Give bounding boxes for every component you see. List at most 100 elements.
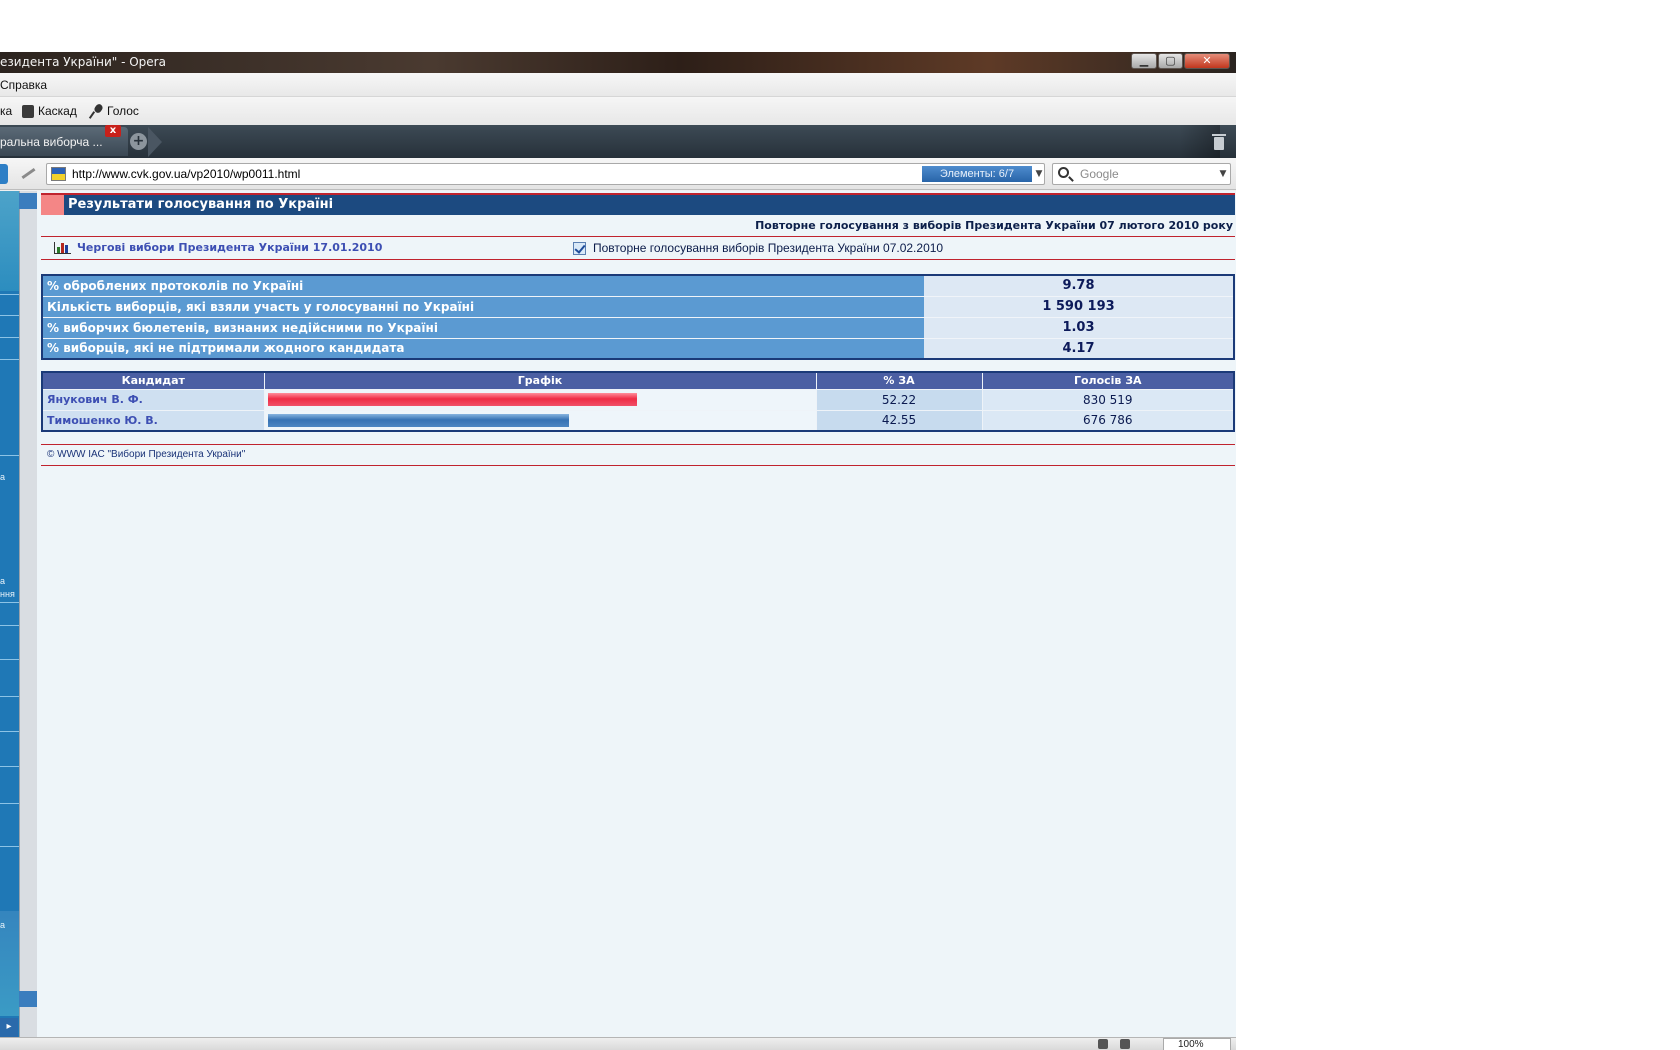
cascade-icon [22, 104, 34, 118]
microphone-icon [89, 104, 103, 118]
voice-button[interactable]: Голос [89, 104, 139, 118]
side-panel-divider [0, 315, 19, 316]
browser-window: езидента України" - Opera ▁ ▢ ✕ Справка … [0, 52, 1236, 1050]
search-field[interactable]: Google ▼ [1052, 163, 1231, 185]
search-placeholder[interactable]: Google [1080, 167, 1119, 181]
vote-bar-cell [263, 388, 817, 411]
side-panel-divider [0, 731, 19, 732]
toolbar-item-partial[interactable]: ка [0, 104, 12, 118]
address-field[interactable]: http://www.cvk.gov.ua/vp2010/wp0011.html… [46, 163, 1045, 185]
side-panel-divider [0, 455, 19, 456]
vote-bar [267, 413, 569, 427]
site-favicon-icon [51, 167, 66, 181]
cascade-label: Каскад [38, 104, 77, 118]
zoom-selector[interactable]: 100% [1163, 1038, 1231, 1050]
tab-close-icon[interactable]: x [105, 125, 121, 137]
status-icons [1098, 1039, 1130, 1049]
side-panel-scroll-thumb[interactable] [19, 193, 37, 209]
column-header-graph: Графік [263, 371, 817, 390]
candidate-percent: 52.22 [815, 388, 983, 411]
window-title: езидента України" - Opera [0, 55, 166, 69]
side-panel-arrow-icon[interactable]: ▸ [0, 1018, 18, 1037]
vote-bar-cell [263, 409, 817, 432]
stat-value: 4.17 [924, 338, 1234, 360]
second-round-link-label[interactable]: Повторне голосування виборів Президента … [593, 241, 943, 255]
search-engine-dropdown-icon[interactable]: ▼ [1217, 166, 1229, 182]
side-panel-divider [0, 766, 19, 767]
results-header: Результати голосування по Україні [41, 193, 1235, 215]
candidate-percent: 42.55 [815, 409, 983, 432]
side-panel-scroll-thumb-bottom[interactable] [19, 991, 37, 1007]
new-tab-icon[interactable]: + [130, 133, 147, 150]
side-panel-divider [0, 625, 19, 626]
elements-badge[interactable]: Элементы: 6/7 [922, 166, 1032, 182]
web-page: Результати голосування по Україні Повтор… [37, 191, 1236, 1037]
side-panel-divider [0, 659, 19, 660]
page-subtitle: Повторне голосування з виборів Президент… [41, 215, 1235, 237]
stat-value: 9.78 [924, 275, 1234, 297]
side-panel-text[interactable]: ння [0, 589, 15, 599]
table-row: Кількість виборців, які взяли участь у г… [42, 296, 1234, 318]
edit-icon[interactable] [18, 166, 36, 180]
cascade-button[interactable]: Каскад [22, 104, 77, 118]
candidate-name[interactable]: Янукович В. Ф. [41, 388, 265, 411]
header-swatch [41, 195, 64, 215]
stat-label: % виборчих бюлетенів, визнаних недійсним… [42, 317, 924, 339]
stat-value: 1 590 193 [924, 296, 1234, 318]
address-bar-row: http://www.cvk.gov.ua/vp2010/wp0011.html… [0, 158, 1236, 190]
checkbox-icon [573, 241, 586, 255]
table-row: Янукович В. Ф. 52.22 830 519 [41, 388, 1235, 411]
voice-label: Голос [107, 104, 139, 118]
address-dropdown-icon[interactable]: ▼ [1033, 166, 1045, 182]
url-text[interactable]: http://www.cvk.gov.ua/vp2010/wp0011.html [72, 167, 300, 181]
screen: езидента України" - Opera ▁ ▢ ✕ Справка … [0, 0, 1680, 1050]
side-panel-text[interactable]: а [0, 920, 5, 930]
stat-label: % оброблених протоколів по Україні [42, 275, 924, 297]
tab-scroll-arrow-icon [148, 127, 162, 157]
page-title: Результати голосування по Україні [68, 197, 334, 212]
status-panel-icon[interactable] [1098, 1039, 1108, 1049]
side-panel-scrollbar[interactable] [19, 191, 37, 1037]
toolbar-item-partial-label: ка [0, 104, 13, 118]
side-panel-text[interactable]: а [0, 576, 5, 586]
side-panel-divider [0, 846, 19, 847]
candidate-votes: 676 786 [981, 409, 1235, 432]
page-content: Результати голосування по Україні Повтор… [41, 193, 1235, 466]
stat-label: % виборців, які не підтримали жодного ка… [42, 338, 924, 360]
minimize-button[interactable]: ▁ [1131, 53, 1157, 69]
side-panel-divider [0, 602, 19, 603]
column-header-votes: Голосів ЗА [981, 371, 1235, 390]
status-bar: 100% [0, 1037, 1236, 1050]
side-panel-divider [0, 337, 19, 338]
candidates-table: Кандидат Графік % ЗА Голосів ЗА Янукович… [41, 371, 1235, 432]
bar-chart-icon [54, 241, 71, 254]
side-panel-divider [0, 696, 19, 697]
title-bar: езидента України" - Opera ▁ ▢ ✕ [0, 52, 1236, 73]
election-links: Чергові вибори Президента України 17.01.… [41, 237, 1235, 260]
stat-value: 1.03 [924, 317, 1234, 339]
candidate-name[interactable]: Тимошенко Ю. В. [41, 409, 265, 432]
side-panel-text[interactable]: а [0, 472, 5, 482]
side-panel-divider [0, 294, 19, 295]
first-round-link[interactable]: Чергові вибори Президента України 17.01.… [54, 241, 382, 254]
stats-table: % оброблених протоколів по Україні 9.78 … [41, 274, 1235, 360]
table-header-row: Кандидат Графік % ЗА Голосів ЗА [41, 371, 1235, 390]
vote-bar [267, 393, 638, 406]
candidate-votes: 830 519 [981, 388, 1235, 411]
column-header-percent: % ЗА [815, 371, 983, 390]
side-panel: а а ння а ▸ [0, 191, 37, 1037]
table-row: Тимошенко Ю. В. 42.55 676 786 [41, 409, 1235, 432]
status-view-icon[interactable] [1120, 1039, 1130, 1049]
table-row: % оброблених протоколів по Україні 9.78 [42, 275, 1234, 297]
side-panel-divider [0, 359, 19, 360]
menu-bar: Справка [0, 73, 1236, 97]
first-round-link-label[interactable]: Чергові вибори Президента України 17.01.… [77, 241, 382, 254]
menu-item-help[interactable]: Справка [0, 78, 47, 92]
tab-bar: ральна виборча ... x + [0, 125, 1236, 158]
panel-toggle-button[interactable] [0, 164, 8, 184]
table-row: % виборців, які не підтримали жодного ка… [42, 338, 1234, 360]
maximize-button[interactable]: ▢ [1158, 53, 1183, 69]
second-round-link[interactable]: Повторне голосування виборів Президента … [573, 241, 943, 255]
trash-icon[interactable] [1212, 133, 1226, 150]
close-window-button[interactable]: ✕ [1184, 53, 1230, 69]
